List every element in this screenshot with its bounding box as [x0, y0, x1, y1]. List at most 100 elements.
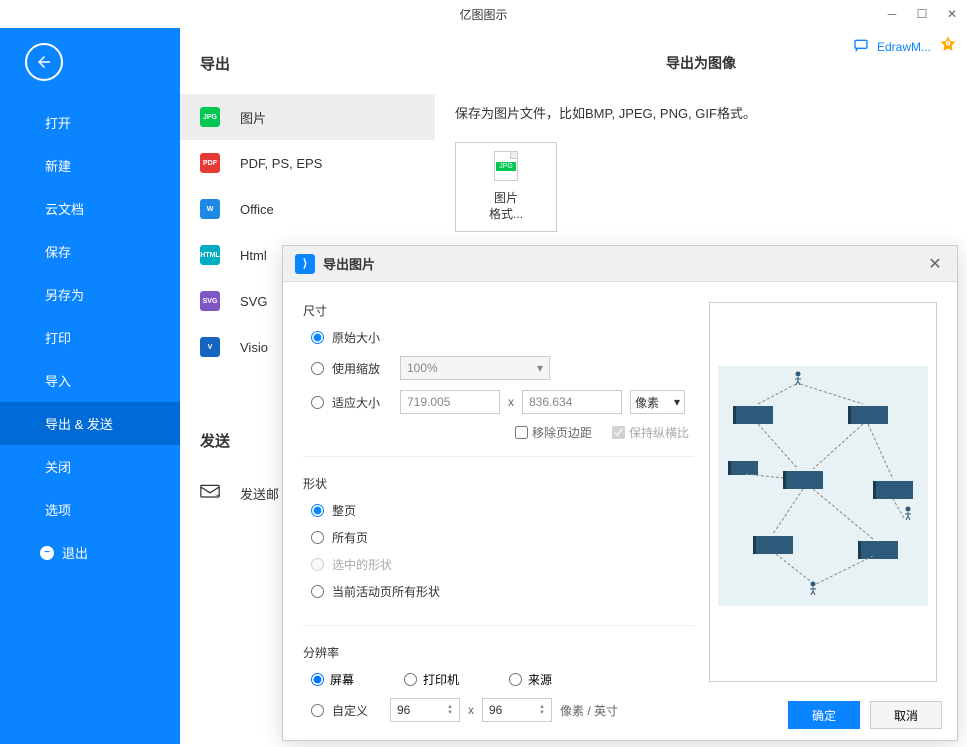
radio-active-label: 当前活动页所有形状: [332, 583, 440, 600]
radio-active-page[interactable]: [311, 585, 324, 598]
radio-use-zoom[interactable]: [311, 362, 324, 375]
premium-badge-icon[interactable]: [939, 35, 957, 58]
chevron-down-icon: ▾: [537, 361, 543, 375]
chevron-down-icon: ▾: [674, 395, 680, 409]
file-icon: JPG: [494, 151, 518, 181]
export-item-label: Office: [240, 202, 274, 217]
dpi-x-input[interactable]: 96▲▼: [390, 698, 460, 722]
shape-group: 形状 整页 所有页 选中的形状 当前活动页所有形状: [303, 475, 694, 626]
radio-custom[interactable]: [311, 704, 324, 717]
dialog-form: 尺寸 原始大小 使用缩放 100% ▾ 适应大小: [303, 302, 694, 670]
preview-panel: [709, 302, 937, 682]
pdf-icon: PDF: [200, 153, 220, 173]
export-item-label: Html: [240, 248, 267, 263]
radio-source[interactable]: 来源: [509, 671, 552, 688]
minimize-button[interactable]: ─: [877, 0, 907, 28]
unit-value: 像素: [635, 394, 659, 411]
export-title: 导出: [180, 53, 435, 94]
close-button[interactable]: ✕: [937, 0, 967, 28]
dialog-title: 导出图片: [323, 254, 925, 273]
size-label: 尺寸: [303, 302, 694, 319]
cancel-button[interactable]: 取消: [870, 701, 942, 729]
export-item-pdf[interactable]: PDF PDF, PS, EPS: [180, 140, 435, 186]
maximize-button[interactable]: ☐: [907, 0, 937, 28]
radio-custom-label: 自定义: [332, 702, 382, 719]
arrow-left-icon: [35, 53, 53, 71]
keep-ratio-checkbox[interactable]: 保持纵横比: [612, 424, 689, 441]
x-separator: x: [468, 703, 474, 717]
exit-icon: −: [40, 546, 54, 560]
size-group: 尺寸 原始大小 使用缩放 100% ▾ 适应大小: [303, 302, 694, 457]
sidebar-item-import[interactable]: 导入: [0, 359, 180, 402]
radio-all-pages[interactable]: [311, 531, 324, 544]
sidebar-item-cloud[interactable]: 云文档: [0, 187, 180, 230]
radio-selected-label: 选中的形状: [332, 556, 392, 573]
header-right: EdrawM...: [853, 35, 957, 58]
export-item-image[interactable]: JPG 图片: [180, 94, 435, 140]
back-button[interactable]: [25, 43, 63, 81]
unit-select[interactable]: 像素 ▾: [630, 390, 685, 414]
visio-icon: V: [200, 337, 220, 357]
radio-original-label: 原始大小: [332, 329, 380, 346]
radio-screen[interactable]: 屏幕: [311, 671, 354, 688]
sidebar-item-open[interactable]: 打开: [0, 101, 180, 144]
radio-allpages-label: 所有页: [332, 529, 368, 546]
sidebar-item-new[interactable]: 新建: [0, 144, 180, 187]
radio-printer[interactable]: 打印机: [404, 671, 459, 688]
height-input[interactable]: [522, 390, 622, 414]
zoom-select[interactable]: 100% ▾: [400, 356, 550, 380]
dpi-y-input[interactable]: 96▲▼: [482, 698, 552, 722]
format-card-label: 图片 格式...: [489, 191, 523, 222]
radio-fullpage-label: 整页: [332, 502, 356, 519]
word-icon: W: [200, 199, 220, 219]
send-item-label: 发送邮: [240, 484, 279, 503]
sidebar-item-close[interactable]: 关闭: [0, 445, 180, 488]
jpg-icon: JPG: [200, 107, 220, 127]
radio-fit-label: 适应大小: [332, 394, 392, 411]
export-item-label: SVG: [240, 294, 267, 309]
app-title: 亿图图示: [459, 6, 507, 23]
jpg-badge: JPG: [496, 162, 516, 171]
export-item-office[interactable]: W Office: [180, 186, 435, 232]
export-item-label: Visio: [240, 340, 268, 355]
sidebar-item-saveas[interactable]: 另存为: [0, 273, 180, 316]
x-separator: x: [508, 395, 514, 409]
radio-original-size[interactable]: [311, 331, 324, 344]
sidebar: 打开 新建 云文档 保存 另存为 打印 导入 导出 & 发送 关闭 选项 − 退…: [0, 28, 180, 744]
sidebar-item-save[interactable]: 保存: [0, 230, 180, 273]
radio-selected: [311, 558, 324, 571]
spinner-buttons[interactable]: ▲▼: [539, 704, 545, 716]
detail-desc: 保存为图片文件，比如BMP, JPEG, PNG, GIF格式。: [455, 103, 947, 122]
shape-label: 形状: [303, 475, 694, 492]
export-item-label: 图片: [240, 108, 266, 127]
resolution-label: 分辨率: [303, 644, 694, 661]
edraw-link[interactable]: EdrawM...: [877, 40, 931, 54]
window-controls: ─ ☐ ✕: [877, 0, 967, 28]
export-image-dialog: ⟩ 导出图片 ✕ 尺寸 原始大小 使用缩放 100% ▾: [282, 245, 958, 741]
radio-zoom-label: 使用缩放: [332, 360, 392, 377]
radio-full-page[interactable]: [311, 504, 324, 517]
export-item-label: PDF, PS, EPS: [240, 156, 322, 171]
html-icon: HTML: [200, 245, 220, 265]
spinner-buttons[interactable]: ▲▼: [447, 704, 453, 716]
radio-fit-size[interactable]: [311, 396, 324, 409]
resolution-group: 分辨率 屏幕 打印机 来源 自定义 96▲▼ x 96▲▼ 像素 / 英寸: [303, 644, 694, 747]
remove-margin-checkbox[interactable]: 移除页边距: [515, 424, 592, 441]
dialog-logo-icon: ⟩: [295, 254, 315, 274]
exit-label: 退出: [62, 543, 88, 562]
sidebar-item-export[interactable]: 导出 & 发送: [0, 402, 180, 445]
chat-icon[interactable]: [853, 37, 869, 56]
width-input[interactable]: [400, 390, 500, 414]
format-card-image[interactable]: JPG 图片 格式...: [455, 142, 557, 232]
email-icon: [200, 484, 220, 503]
sidebar-item-exit[interactable]: − 退出: [0, 531, 180, 574]
zoom-value: 100%: [407, 361, 438, 375]
preview-image: [718, 366, 928, 606]
sidebar-item-options[interactable]: 选项: [0, 488, 180, 531]
dialog-header[interactable]: ⟩ 导出图片 ✕: [283, 246, 957, 282]
svg-icon: SVG: [200, 291, 220, 311]
dpi-unit: 像素 / 英寸: [560, 702, 618, 719]
ok-button[interactable]: 确定: [788, 701, 860, 729]
dialog-close-button[interactable]: ✕: [925, 254, 945, 274]
sidebar-item-print[interactable]: 打印: [0, 316, 180, 359]
